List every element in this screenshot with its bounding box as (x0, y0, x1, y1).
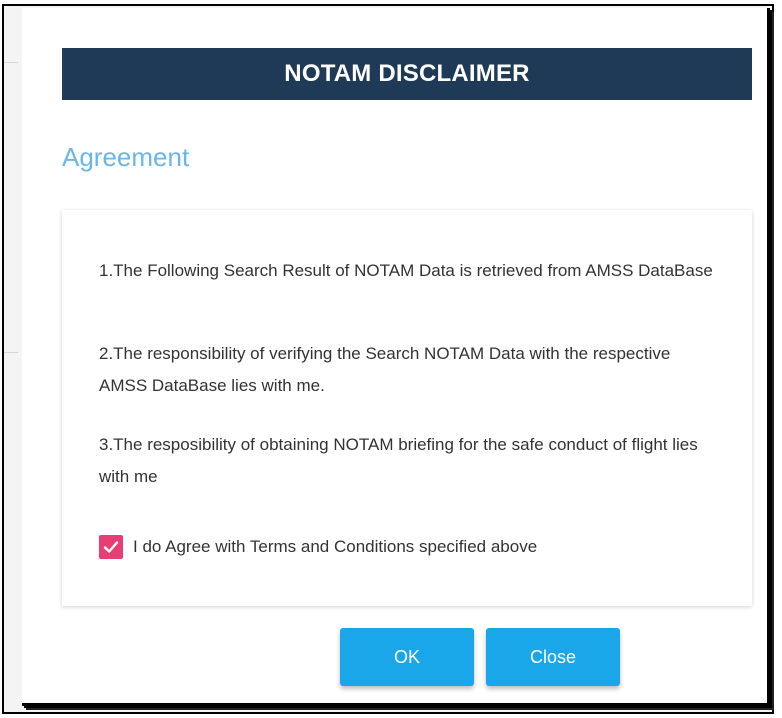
screenshot-frame: NOTAM DISCLAIMER Agreement 1.The Followi… (0, 0, 782, 718)
clause-1: 1.The Following Search Result of NOTAM D… (99, 261, 713, 280)
background-divider (4, 352, 18, 353)
close-button[interactable]: Close (486, 628, 620, 686)
agree-checkbox-row[interactable]: I do Agree with Terms and Conditions spe… (99, 535, 537, 559)
dialog-title: NOTAM DISCLAIMER (62, 48, 752, 100)
clause-3: 3.The resposibility of obtaining NOTAM b… (99, 435, 698, 486)
ok-button[interactable]: OK (340, 628, 474, 686)
agree-checkbox-label: I do Agree with Terms and Conditions spe… (133, 537, 538, 556)
check-icon (103, 541, 119, 553)
background-divider (4, 62, 18, 63)
notam-disclaimer-dialog: NOTAM DISCLAIMER Agreement 1.The Followi… (22, 8, 770, 706)
agree-checkbox[interactable] (99, 535, 123, 559)
clause-2: 2.The responsibility of verifying the Se… (99, 344, 671, 395)
agreement-card: 1.The Following Search Result of NOTAM D… (62, 210, 752, 606)
agreement-heading: Agreement (62, 142, 190, 172)
